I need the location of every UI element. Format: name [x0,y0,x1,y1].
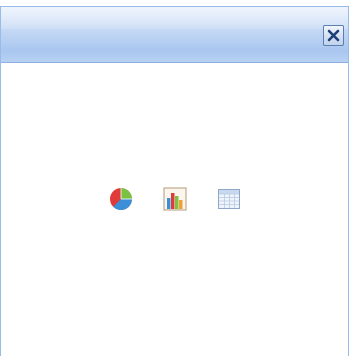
bar-chart-button[interactable] [163,187,187,211]
pie-chart-button[interactable] [109,187,133,211]
table-icon [218,189,240,209]
header-gloss [1,7,348,29]
close-icon [327,29,340,42]
bar-chart-icon [163,187,187,211]
panel-header [1,7,348,63]
pie-chart-icon [110,188,133,211]
table-view-button[interactable] [217,187,241,211]
chart-panel [0,6,349,356]
close-button[interactable] [323,25,344,46]
